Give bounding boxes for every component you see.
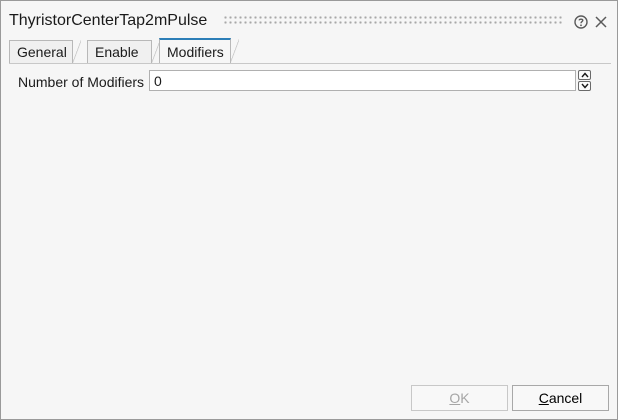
- chevron-down-icon: [581, 83, 589, 89]
- ok-label-rest: K: [460, 390, 470, 406]
- title-bar[interactable]: ThyristorCenterTap2mPulse: [1, 1, 617, 39]
- ok-mnemonic: O: [449, 390, 461, 406]
- tab-modifiers-label: Modifiers: [167, 44, 224, 60]
- tab-modifiers[interactable]: Modifiers: [159, 38, 239, 64]
- tab-divider: [9, 63, 611, 64]
- chevron-up-icon: [581, 72, 589, 78]
- close-icon[interactable]: [594, 15, 608, 29]
- cancel-mnemonic: C: [538, 390, 549, 406]
- cancel-label-rest: ancel: [548, 390, 583, 406]
- number-of-modifiers-input[interactable]: [149, 70, 576, 91]
- drag-grip[interactable]: [223, 15, 563, 25]
- ok-button[interactable]: OK: [411, 385, 508, 411]
- cancel-button[interactable]: Cancel: [512, 385, 609, 411]
- stepper-down-button[interactable]: [578, 81, 591, 91]
- number-of-modifiers-label: Number of Modifiers: [18, 74, 145, 90]
- tab-enable[interactable]: Enable: [87, 40, 160, 64]
- number-of-modifiers-stepper: [578, 70, 591, 91]
- help-icon[interactable]: [574, 15, 588, 29]
- tab-general-label: General: [17, 44, 67, 60]
- stepper-up-button[interactable]: [578, 70, 591, 80]
- tab-bar: General Enable Modifiers: [9, 38, 611, 64]
- dialog-window: ThyristorCenterTap2mPulse General Enable…: [0, 0, 618, 420]
- tab-general[interactable]: General: [9, 40, 81, 64]
- window-title: ThyristorCenterTap2mPulse: [9, 12, 208, 29]
- tab-enable-label: Enable: [95, 44, 139, 60]
